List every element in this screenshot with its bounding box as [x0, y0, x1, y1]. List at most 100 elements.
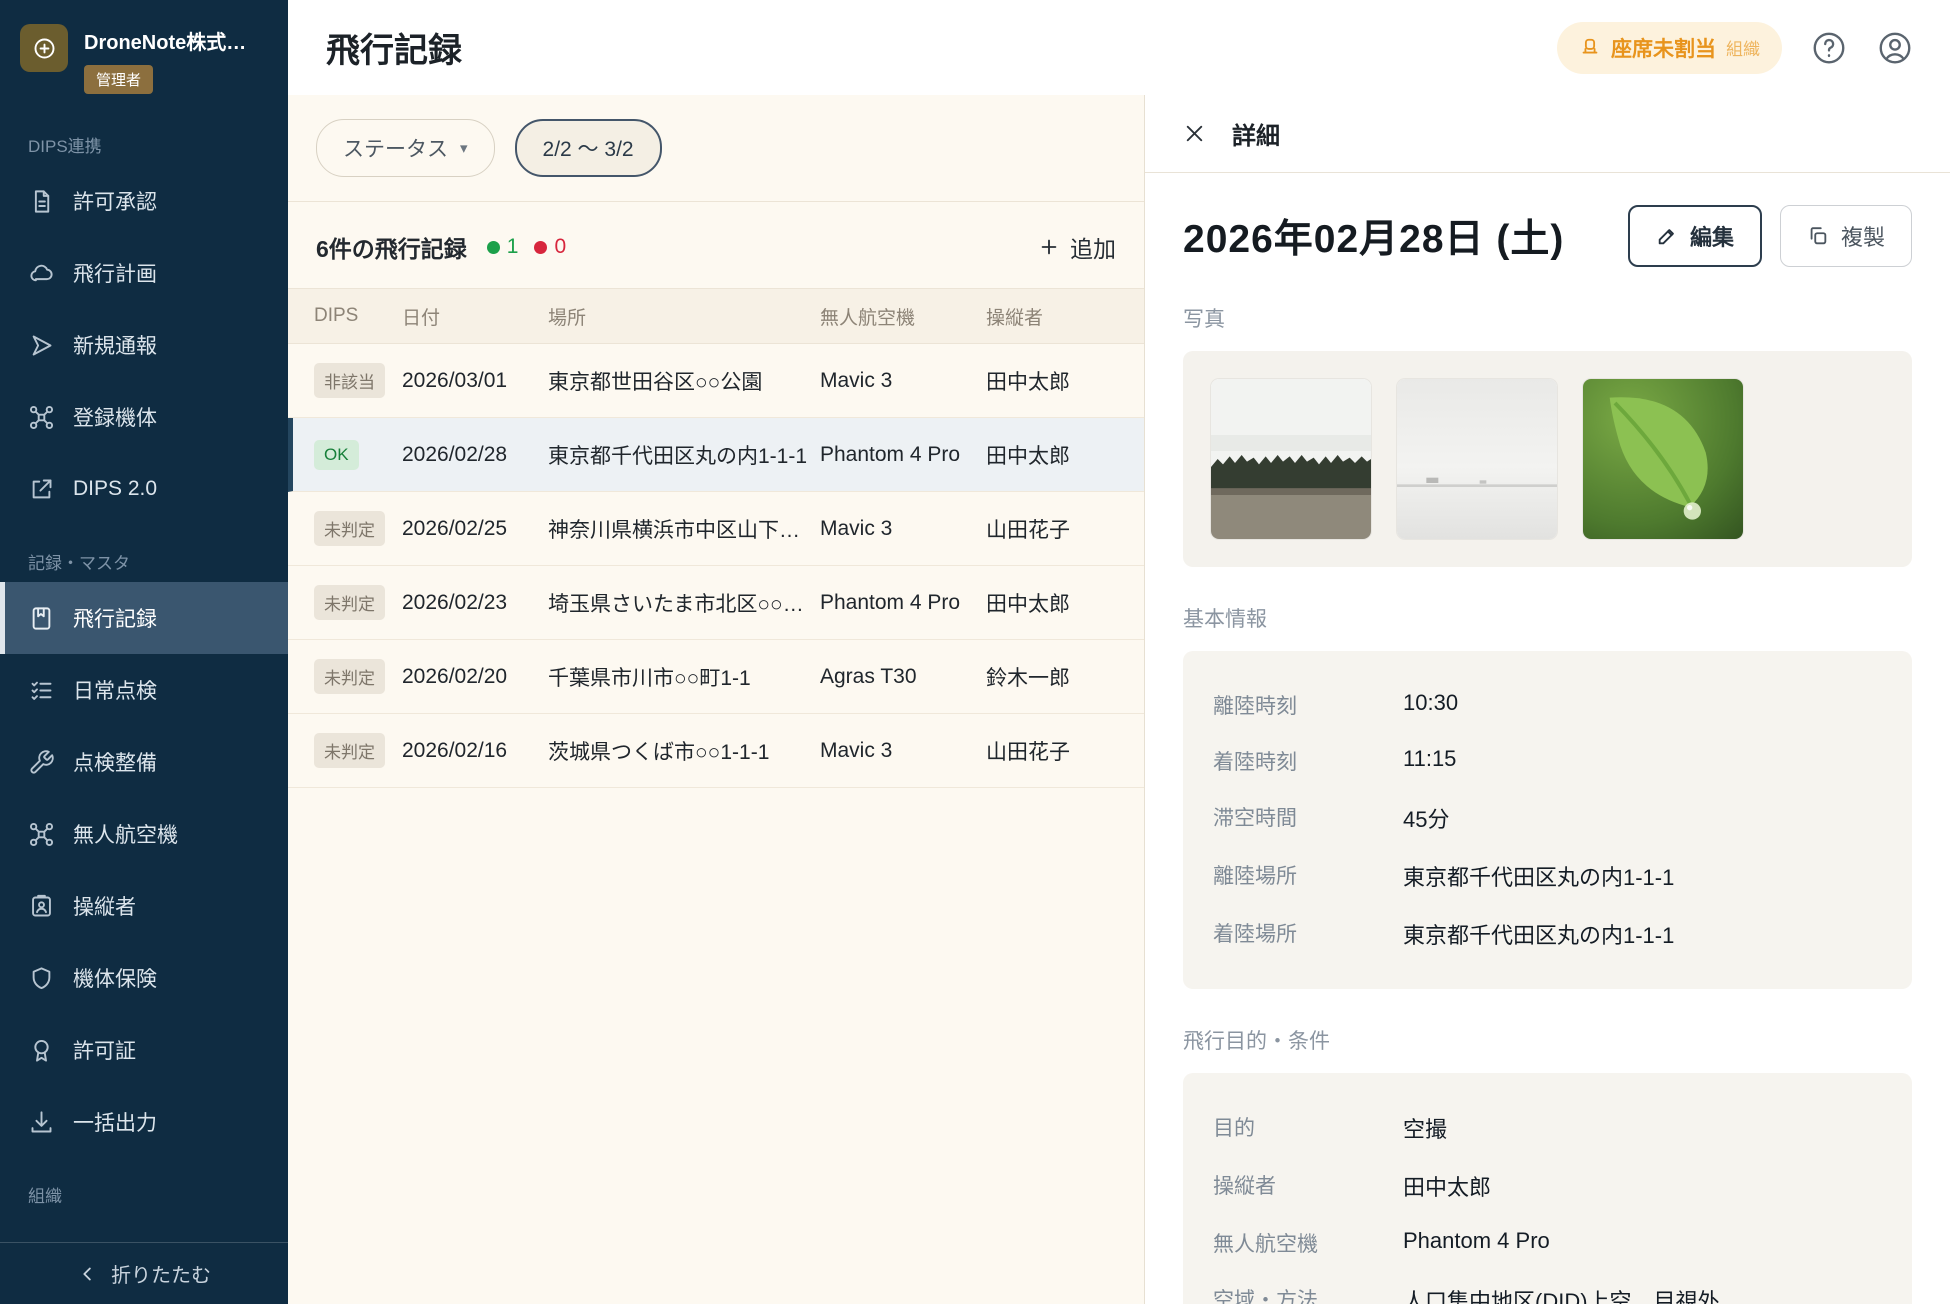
- table-row[interactable]: 未判定 2026/02/23 埼玉県さいたま市北区○○… Phantom 4 P…: [288, 566, 1144, 640]
- collapse-sidebar-button[interactable]: 折りたたむ: [0, 1242, 288, 1304]
- flight-log-list: ステータス ▾ 2/2 〜 3/2 6件の飛行記録 1 0 追加 DIPS 日付: [288, 95, 1144, 1304]
- photo-thumbnail-forest[interactable]: [1211, 379, 1371, 539]
- row-pilot: 鈴木一郎: [986, 662, 1144, 692]
- sidebar-item-bulk-export[interactable]: 一括出力: [0, 1086, 288, 1158]
- row-pilot: 田中太郎: [986, 366, 1144, 396]
- download-icon: [28, 1109, 55, 1136]
- pilot-badge-icon: [28, 893, 55, 920]
- detail-title-row: 2026年02月28日 (土) 編集 複製: [1183, 205, 1912, 267]
- chevron-left-icon: [77, 1263, 99, 1285]
- sidebar-spacer: [0, 1215, 288, 1242]
- detail-body: 2026年02月28日 (土) 編集 複製 写真: [1145, 173, 1950, 1304]
- row-aircraft: Mavic 3: [820, 517, 986, 541]
- row-aircraft: Phantom 4 Pro: [820, 443, 986, 467]
- sidebar-item-new-report[interactable]: 新規通報: [0, 309, 288, 381]
- detail-row-label: 着陸時刻: [1213, 746, 1403, 776]
- date-range-filter[interactable]: 2/2 〜 3/2: [515, 119, 662, 177]
- sidebar-item-label: 無人航空機: [73, 819, 178, 849]
- leaf-droplet-photo: [1583, 379, 1743, 539]
- row-place: 千葉県市川市○○町1-1: [548, 662, 820, 692]
- table-row[interactable]: 非該当 2026/03/01 東京都世田谷区○○公園 Mavic 3 田中太郎: [288, 344, 1144, 418]
- sidebar-item-uav[interactable]: 無人航空機: [0, 798, 288, 870]
- column-header-place: 場所: [548, 303, 820, 330]
- photo-thumbnail-leaf[interactable]: [1583, 379, 1743, 539]
- document-icon: [28, 188, 55, 215]
- book-icon: [28, 605, 55, 632]
- chevron-down-icon: ▾: [460, 139, 468, 157]
- shield-icon: [28, 965, 55, 992]
- org-info: DroneNote株式… 管理者: [84, 24, 246, 94]
- status-filter-dropdown[interactable]: ステータス ▾: [316, 119, 495, 177]
- sidebar-item-permit-certificate[interactable]: 許可証: [0, 1014, 288, 1086]
- sidebar-item-flight-log[interactable]: 飛行記録: [0, 582, 288, 654]
- org-logo[interactable]: [20, 24, 68, 72]
- row-date: 2026/02/28: [402, 443, 548, 467]
- duplicate-button-label: 複製: [1841, 220, 1885, 252]
- help-icon: [1810, 29, 1848, 67]
- detail-row-purpose: 目的 空撮: [1213, 1099, 1882, 1157]
- sidebar-item-registered-aircraft[interactable]: 登録機体: [0, 381, 288, 453]
- row-pilot: 田中太郎: [986, 588, 1144, 618]
- collapse-label: 折りたたむ: [111, 1259, 211, 1288]
- close-icon: [1181, 120, 1208, 147]
- detail-row-label: 無人航空機: [1213, 1228, 1403, 1258]
- sidebar-item-label: 一括出力: [73, 1107, 157, 1137]
- duplicate-button[interactable]: 複製: [1780, 205, 1912, 267]
- seat-unassigned-badge[interactable]: 座席未割当 組織: [1557, 22, 1782, 74]
- record-date-title: 2026年02月28日 (土): [1183, 208, 1564, 264]
- detail-row-flight-duration: 滞空時間 45分: [1213, 789, 1882, 847]
- sidebar-item-daily-inspection[interactable]: 日常点検: [0, 654, 288, 726]
- sidebar: DroneNote株式… 管理者 DIPS連携 許可承認 飛行計画 新規通報 登…: [0, 0, 288, 1304]
- table-row-selected[interactable]: OK 2026/02/28 東京都千代田区丸の内1-1-1 Phantom 4 …: [288, 418, 1144, 492]
- sidebar-item-pilots[interactable]: 操縦者: [0, 870, 288, 942]
- close-detail-button[interactable]: [1181, 120, 1208, 147]
- row-place: 東京都千代田区丸の内1-1-1: [548, 440, 820, 470]
- sidebar-item-label: DIPS 2.0: [73, 477, 157, 501]
- profile-button[interactable]: [1876, 29, 1914, 67]
- checklist-icon: [28, 677, 55, 704]
- column-header-aircraft: 無人航空機: [820, 303, 986, 330]
- drone-icon: [28, 821, 55, 848]
- record-count-label: 6件の飛行記録: [316, 230, 467, 264]
- sidebar-item-label: 飛行計画: [73, 258, 157, 288]
- edit-button[interactable]: 編集: [1628, 205, 1762, 267]
- detail-panel: 詳細 2026年02月28日 (土) 編集 複製: [1144, 95, 1950, 1304]
- row-aircraft: Agras T30: [820, 665, 986, 689]
- summary-bar: 6件の飛行記録 1 0 追加: [288, 202, 1144, 288]
- add-record-button[interactable]: 追加: [1038, 230, 1116, 264]
- row-date: 2026/02/16: [402, 739, 548, 763]
- logo-coin-icon: [31, 35, 58, 62]
- row-date: 2026/02/23: [402, 591, 548, 615]
- seat-badge-label: 座席未割当: [1611, 33, 1716, 63]
- copy-icon: [1807, 225, 1829, 247]
- detail-row-takeoff-place: 離陸場所 東京都千代田区丸の内1-1-1: [1213, 847, 1882, 905]
- sidebar-section-organization: 組織: [0, 1158, 288, 1215]
- detail-row-label: 操縦者: [1213, 1170, 1403, 1200]
- row-date: 2026/03/01: [402, 369, 548, 393]
- detail-row-value: 45分: [1403, 802, 1449, 834]
- sidebar-item-permit-approval[interactable]: 許可承認: [0, 165, 288, 237]
- row-place: 埼玉県さいたま市北区○○…: [548, 588, 820, 618]
- seat-badge-suffix: 組織: [1726, 35, 1760, 60]
- sidebar-item-insurance[interactable]: 機体保険: [0, 942, 288, 1014]
- table-row[interactable]: 未判定 2026/02/16 茨城県つくば市○○1-1-1 Mavic 3 山田…: [288, 714, 1144, 788]
- row-place: 茨城県つくば市○○1-1-1: [548, 736, 820, 766]
- table-row[interactable]: 未判定 2026/02/25 神奈川県横浜市中区山下町… Mavic 3 山田花…: [288, 492, 1144, 566]
- help-button[interactable]: [1810, 29, 1848, 67]
- green-status-dot: [487, 241, 500, 254]
- sidebar-item-flight-plan[interactable]: 飛行計画: [0, 237, 288, 309]
- sidebar-item-dips-20[interactable]: DIPS 2.0: [0, 453, 288, 525]
- fog-photo: [1397, 379, 1557, 539]
- row-place: 神奈川県横浜市中区山下町…: [548, 514, 820, 544]
- column-header-date: 日付: [402, 303, 548, 330]
- dips-status-badge: 未判定: [314, 511, 385, 546]
- column-header-pilot: 操縦者: [986, 303, 1144, 330]
- detail-row-aircraft: 無人航空機 Phantom 4 Pro: [1213, 1215, 1882, 1271]
- pencil-icon: [1656, 225, 1678, 247]
- column-header-dips: DIPS: [314, 305, 402, 327]
- drone-icon: [28, 404, 55, 431]
- sidebar-item-maintenance[interactable]: 点検整備: [0, 726, 288, 798]
- photo-thumbnail-fog[interactable]: [1397, 379, 1557, 539]
- external-link-icon: [28, 476, 55, 503]
- table-row[interactable]: 未判定 2026/02/20 千葉県市川市○○町1-1 Agras T30 鈴木…: [288, 640, 1144, 714]
